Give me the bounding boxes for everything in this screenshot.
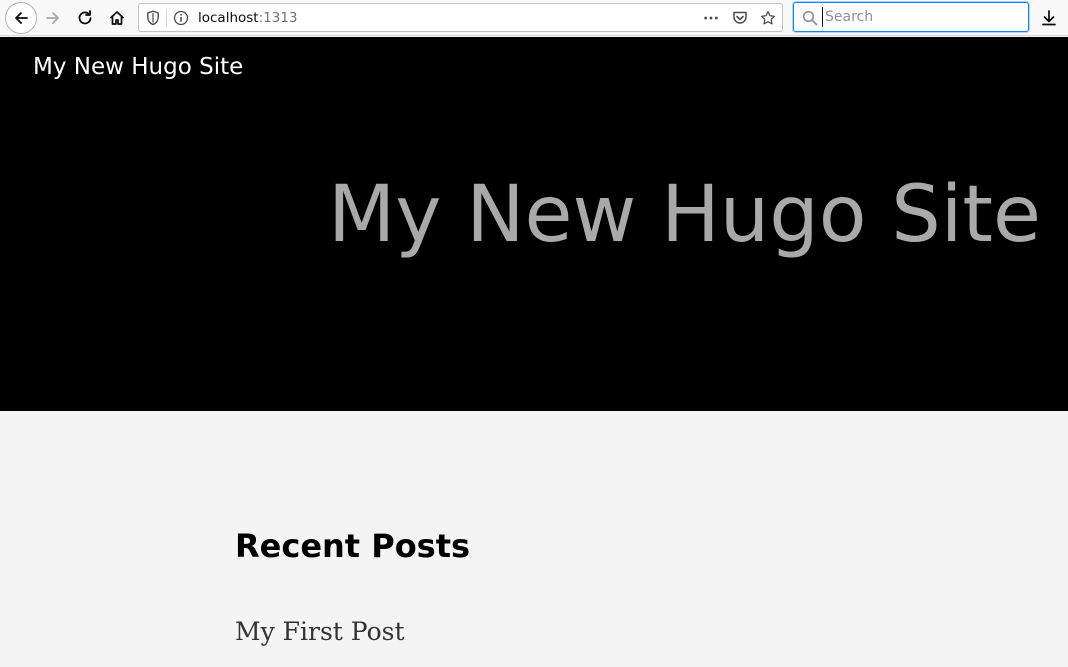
url-host: localhost (198, 10, 259, 26)
search-input[interactable] (822, 7, 1025, 27)
site-header: My New Hugo Site My New Hugo Site (0, 37, 1068, 411)
url-separator (166, 9, 167, 27)
info-icon[interactable] (173, 10, 189, 26)
hero-title: My New Hugo Site (327, 170, 1041, 260)
reload-icon (76, 9, 94, 27)
more-icon[interactable] (703, 10, 719, 26)
download-button[interactable] (1035, 4, 1063, 32)
post-link[interactable]: My First Post (235, 616, 405, 648)
pocket-icon[interactable] (732, 10, 748, 26)
url-port: :1313 (258, 10, 298, 26)
browser-toolbar: localhost:1313 (0, 0, 1068, 36)
section-heading: Recent Posts (235, 527, 471, 565)
url-text[interactable]: localhost:1313 (198, 10, 298, 26)
main-content: Recent Posts My First Post (0, 411, 1068, 667)
search-bar[interactable] (793, 2, 1029, 32)
url-bar[interactable]: localhost:1313 (138, 3, 783, 32)
home-button[interactable] (103, 4, 131, 32)
arrow-right-icon (44, 9, 62, 27)
home-icon (108, 9, 126, 27)
search-icon (801, 9, 819, 27)
shield-icon[interactable] (145, 10, 161, 26)
site-title-link[interactable]: My New Hugo Site (33, 52, 243, 82)
reload-button[interactable] (71, 4, 99, 32)
forward-button[interactable] (39, 4, 67, 32)
star-icon[interactable] (760, 10, 776, 26)
download-icon (1041, 9, 1057, 27)
arrow-left-icon (12, 9, 30, 27)
back-button[interactable] (5, 2, 37, 34)
